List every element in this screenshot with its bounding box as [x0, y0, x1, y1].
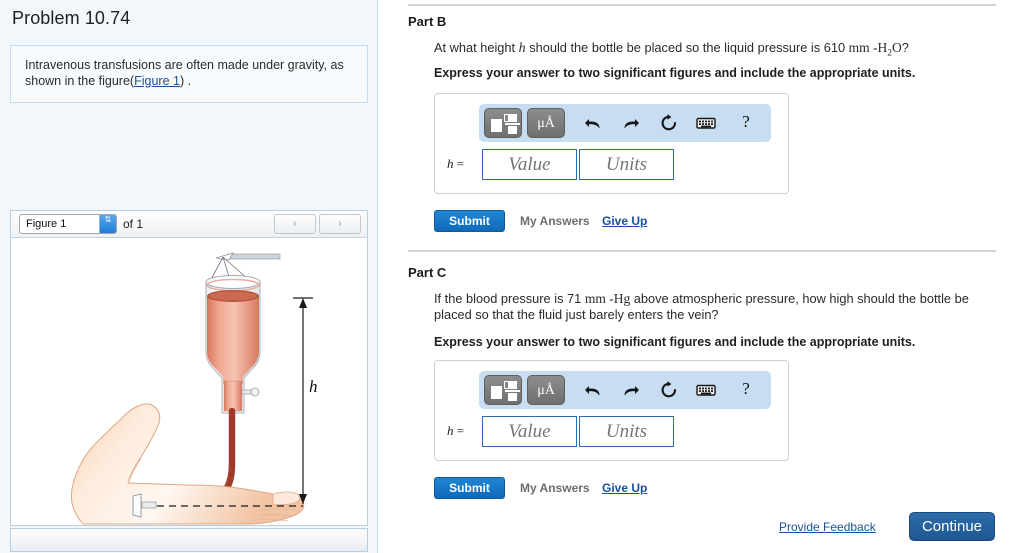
- continue-button[interactable]: Continue: [909, 512, 995, 541]
- divider-between-parts: [408, 250, 996, 252]
- redo-icon[interactable]: [620, 379, 642, 401]
- template-fraction-denominator-icon: [508, 126, 517, 134]
- template-square-icon: [491, 386, 502, 399]
- undo-icon[interactable]: [582, 379, 604, 401]
- part-c-question: If the blood pressure is 71 mm -Hg above…: [434, 291, 1004, 323]
- part-c-value-input[interactable]: [482, 416, 577, 447]
- figure-toolbar: Figure 1 ⇅ of 1 ‹ ›: [11, 211, 367, 238]
- part-b-give-up-link[interactable]: Give Up: [602, 214, 647, 228]
- part-c-unit-sep: -: [605, 291, 614, 306]
- parts-pane: Part B At what height h should the bottl…: [379, 0, 1016, 553]
- part-b-submit-button[interactable]: Submit: [434, 210, 505, 232]
- part-b-answer-var: h: [447, 156, 454, 171]
- problem-statement-suffix: ) .: [179, 74, 192, 88]
- figure-prev-button[interactable]: ‹: [274, 214, 316, 234]
- part-c-heading: Part C: [408, 265, 447, 280]
- figure-count-label: of 1: [123, 217, 144, 231]
- part-b-instruction: Express your answer to two significant f…: [434, 66, 916, 80]
- template-tools-button[interactable]: [484, 108, 522, 138]
- divider-top: [408, 4, 996, 6]
- units-button[interactable]: μÅ: [527, 375, 565, 405]
- help-icon[interactable]: ?: [735, 110, 757, 132]
- keyboard-icon[interactable]: [695, 379, 717, 401]
- part-b-answer-label: h =: [447, 156, 464, 172]
- part-b-unit-sep: -: [869, 40, 878, 55]
- part-b-question: At what height h should the bottle be pl…: [434, 40, 1004, 62]
- part-b-unit-o: O: [892, 40, 902, 55]
- height-label: h: [309, 377, 318, 396]
- part-c-units-input[interactable]: [579, 416, 674, 447]
- part-b-value-input[interactable]: [482, 149, 577, 180]
- figure-select[interactable]: Figure 1 ⇅: [19, 214, 117, 234]
- problem-sidebar: Problem 10.74 Intravenous transfusions a…: [0, 0, 378, 553]
- part-c-question-text-a: If the blood pressure is 71: [434, 291, 585, 306]
- part-c-instruction: Express your answer to two significant f…: [434, 335, 916, 349]
- part-b-heading: Part B: [408, 14, 447, 29]
- part-b-units-input[interactable]: [579, 149, 674, 180]
- figure-footer-bar: [10, 528, 368, 552]
- drip-valve-icon: [241, 387, 260, 397]
- figure-image: h: [11, 238, 367, 525]
- reset-icon[interactable]: [658, 112, 680, 134]
- template-fraction-numerator-icon: [508, 114, 517, 122]
- figure-panel: Figure 1 ⇅ of 1 ‹ › h: [10, 210, 368, 526]
- part-c-answer-equals: =: [456, 423, 465, 438]
- part-b-unit-h2o: H2O: [877, 40, 902, 59]
- template-fraction-bar-icon: [505, 123, 520, 125]
- problem-statement-text: Intravenous transfusions are often made …: [25, 57, 355, 89]
- help-icon[interactable]: ?: [735, 377, 757, 399]
- part-c-unit-mm: mm: [584, 291, 606, 306]
- template-fraction-denominator-icon: [508, 393, 517, 401]
- problem-statement-box: Intravenous transfusions are often made …: [10, 45, 368, 103]
- template-fraction-bar-icon: [505, 390, 520, 392]
- figure-select-label: Figure 1: [26, 218, 67, 230]
- part-c-my-answers-label: My Answers: [520, 481, 590, 495]
- redo-icon[interactable]: [620, 112, 642, 134]
- part-c-give-up-link[interactable]: Give Up: [602, 481, 647, 495]
- part-b-my-answers-label: My Answers: [520, 214, 590, 228]
- template-square-icon: [491, 119, 502, 132]
- part-b-answer-equals: =: [456, 156, 465, 171]
- part-b-unit-mm: mm: [848, 40, 870, 55]
- exercise-page: Problem 10.74 Intravenous transfusions a…: [0, 0, 1016, 553]
- template-fraction-numerator-icon: [508, 381, 517, 389]
- part-c-unit-hg: Hg: [613, 291, 631, 306]
- figure-1-link[interactable]: Figure 1: [134, 74, 180, 88]
- part-b-answer-box: μÅ ? h = Value Units: [434, 93, 789, 194]
- part-c-answer-toolbar: μÅ ?: [479, 371, 771, 409]
- units-button[interactable]: μÅ: [527, 108, 565, 138]
- provide-feedback-link[interactable]: Provide Feedback: [779, 520, 876, 534]
- part-c-submit-button[interactable]: Submit: [434, 477, 505, 499]
- part-c-answer-label: h =: [447, 423, 464, 439]
- iv-transfusion-diagram: h: [70, 252, 318, 525]
- part-b-question-var: h: [518, 41, 526, 56]
- keyboard-icon[interactable]: [695, 112, 717, 134]
- part-b-question-text-a: At what height: [434, 40, 519, 55]
- undo-icon[interactable]: [582, 112, 604, 134]
- template-tools-button[interactable]: [484, 375, 522, 405]
- part-c-answer-var: h: [447, 423, 454, 438]
- reset-icon[interactable]: [658, 379, 680, 401]
- part-b-question-text-c: ?: [901, 40, 909, 55]
- part-c-answer-box: μÅ ? h = Value Units: [434, 360, 789, 461]
- figure-next-button[interactable]: ›: [319, 214, 361, 234]
- part-b-question-text-b: should the bottle be placed so the liqui…: [525, 40, 849, 55]
- chevron-updown-icon[interactable]: ⇅: [99, 215, 116, 233]
- part-b-unit-h: H: [877, 40, 888, 55]
- page-title: Problem 10.74: [12, 8, 131, 28]
- part-b-answer-toolbar: μÅ ?: [479, 104, 771, 142]
- height-dimension-arrow: [293, 297, 313, 504]
